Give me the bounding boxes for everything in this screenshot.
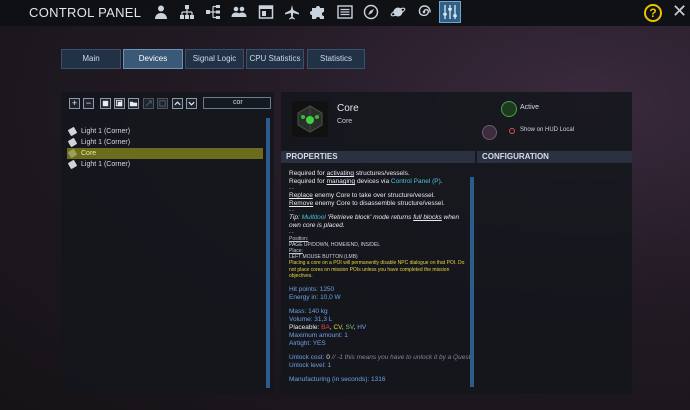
properties-header: PROPERTIES — [281, 151, 475, 163]
paste-icon[interactable] — [114, 98, 125, 109]
puzzle-icon[interactable] — [310, 4, 326, 20]
prop-line: Replace enemy Core to take over structur… — [289, 192, 435, 199]
list-item[interactable]: Light 1 (Corner) — [67, 159, 263, 170]
device-list: Light 1 (Corner) Light 1 (Corner) Core L… — [67, 126, 263, 170]
configuration-header: CONFIGURATION — [477, 151, 632, 163]
tab-cpu-statistics[interactable]: CPU Statistics — [246, 49, 304, 69]
light-icon — [67, 159, 78, 170]
tip-line: Tip: Multitool 'Retrieve block' mode ret… — [289, 214, 460, 229]
list-item[interactable]: Light 1 (Corner) — [67, 126, 263, 137]
tab-main[interactable]: Main — [61, 49, 121, 69]
list-item[interactable]: Light 1 (Corner) — [67, 137, 263, 148]
device-label: Light 1 (Corner) — [81, 161, 131, 168]
compass-icon[interactable] — [363, 4, 379, 20]
show-on-hud-label: Show on HUD Local — [520, 127, 575, 133]
hud-icon — [482, 125, 497, 140]
tab-signal-logic[interactable]: Signal Logic — [185, 49, 244, 69]
collapse-icon[interactable] — [157, 98, 168, 109]
device-detail-panel: Core Core Active Show on HUD Local PROPE… — [281, 92, 632, 394]
prop-line: Required for activating structures/vesse… — [289, 170, 410, 177]
device-subtitle: Core — [337, 118, 353, 125]
prop-line: Remove enemy Core to disassemble structu… — [289, 200, 445, 207]
light-icon — [67, 126, 78, 137]
light-icon — [67, 137, 78, 148]
device-label: Core — [81, 150, 97, 157]
planet-icon[interactable] — [390, 4, 406, 20]
person-icon[interactable] — [153, 4, 169, 20]
device-list-scrollbar[interactable] — [266, 118, 270, 388]
list-icon[interactable] — [337, 4, 353, 20]
galaxy-icon[interactable] — [416, 4, 432, 20]
crafting-time: Manufacturing (in seconds): 1316 — [289, 375, 386, 383]
core-icon — [67, 148, 78, 159]
properties-text: Required for activating structures/vesse… — [286, 170, 472, 394]
hierarchy-icon[interactable] — [205, 4, 221, 20]
move-down-icon[interactable] — [186, 98, 197, 109]
copy-icon[interactable] — [100, 98, 111, 109]
active-toggle-icon[interactable] — [501, 101, 517, 117]
help-button[interactable]: ? — [644, 4, 662, 22]
hit-points: Hit points: 1250 — [289, 285, 335, 293]
core-block-icon — [292, 101, 328, 137]
list-item-selected[interactable]: Core — [67, 148, 263, 159]
unlock-level: Unlock level: 1 — [289, 361, 332, 369]
hud-radio-icon[interactable] — [509, 128, 515, 134]
device-filter-input[interactable]: cor — [203, 97, 271, 109]
airtight: Airtight: YES — [289, 339, 326, 347]
window-icon[interactable] — [258, 4, 274, 20]
device-label: Light 1 (Corner) — [81, 128, 131, 135]
group-folder-icon[interactable] — [128, 98, 139, 109]
max-amount: Maximum amount: 1 — [289, 331, 348, 339]
close-button[interactable]: ✕ — [672, 1, 687, 22]
tab-statistics[interactable]: Statistics — [307, 49, 365, 69]
airplane-icon[interactable] — [284, 4, 300, 20]
placeable: Placeable: BA, CV, SV, HV — [289, 323, 367, 331]
active-label: Active — [520, 104, 540, 111]
properties-scrollbar[interactable] — [470, 177, 474, 387]
group-icon[interactable] — [231, 4, 247, 20]
add-device-button[interactable]: + — [69, 98, 80, 109]
move-up-icon[interactable] — [172, 98, 183, 109]
energy-in: Energy in: 10,0 W — [289, 293, 341, 301]
remove-device-button[interactable]: − — [83, 98, 94, 109]
app-title: CONTROL PANEL — [29, 5, 142, 20]
unlock-cost: Unlock cost: 0 // -1 this means you have… — [289, 353, 471, 361]
device-label: Light 1 (Corner) — [81, 139, 131, 146]
volume: Volume: 31,3 L — [289, 315, 333, 323]
network-icon[interactable] — [179, 4, 195, 20]
sliders-icon[interactable] — [439, 1, 461, 23]
tab-devices[interactable]: Devices — [123, 49, 183, 69]
warning-note: Placing a core on a POI will permanently… — [289, 260, 465, 279]
device-list-panel: + − Light 1 (Corner) Light 1 (Corner) Co… — [61, 92, 274, 394]
mass: Mass: 140 kg — [289, 307, 328, 315]
device-name: Core — [337, 103, 359, 114]
prop-line: Required for managing devices via Contro… — [289, 178, 443, 185]
top-bar: CONTROL PANEL ? ✕ — [0, 0, 690, 26]
expand-icon[interactable] — [143, 98, 154, 109]
